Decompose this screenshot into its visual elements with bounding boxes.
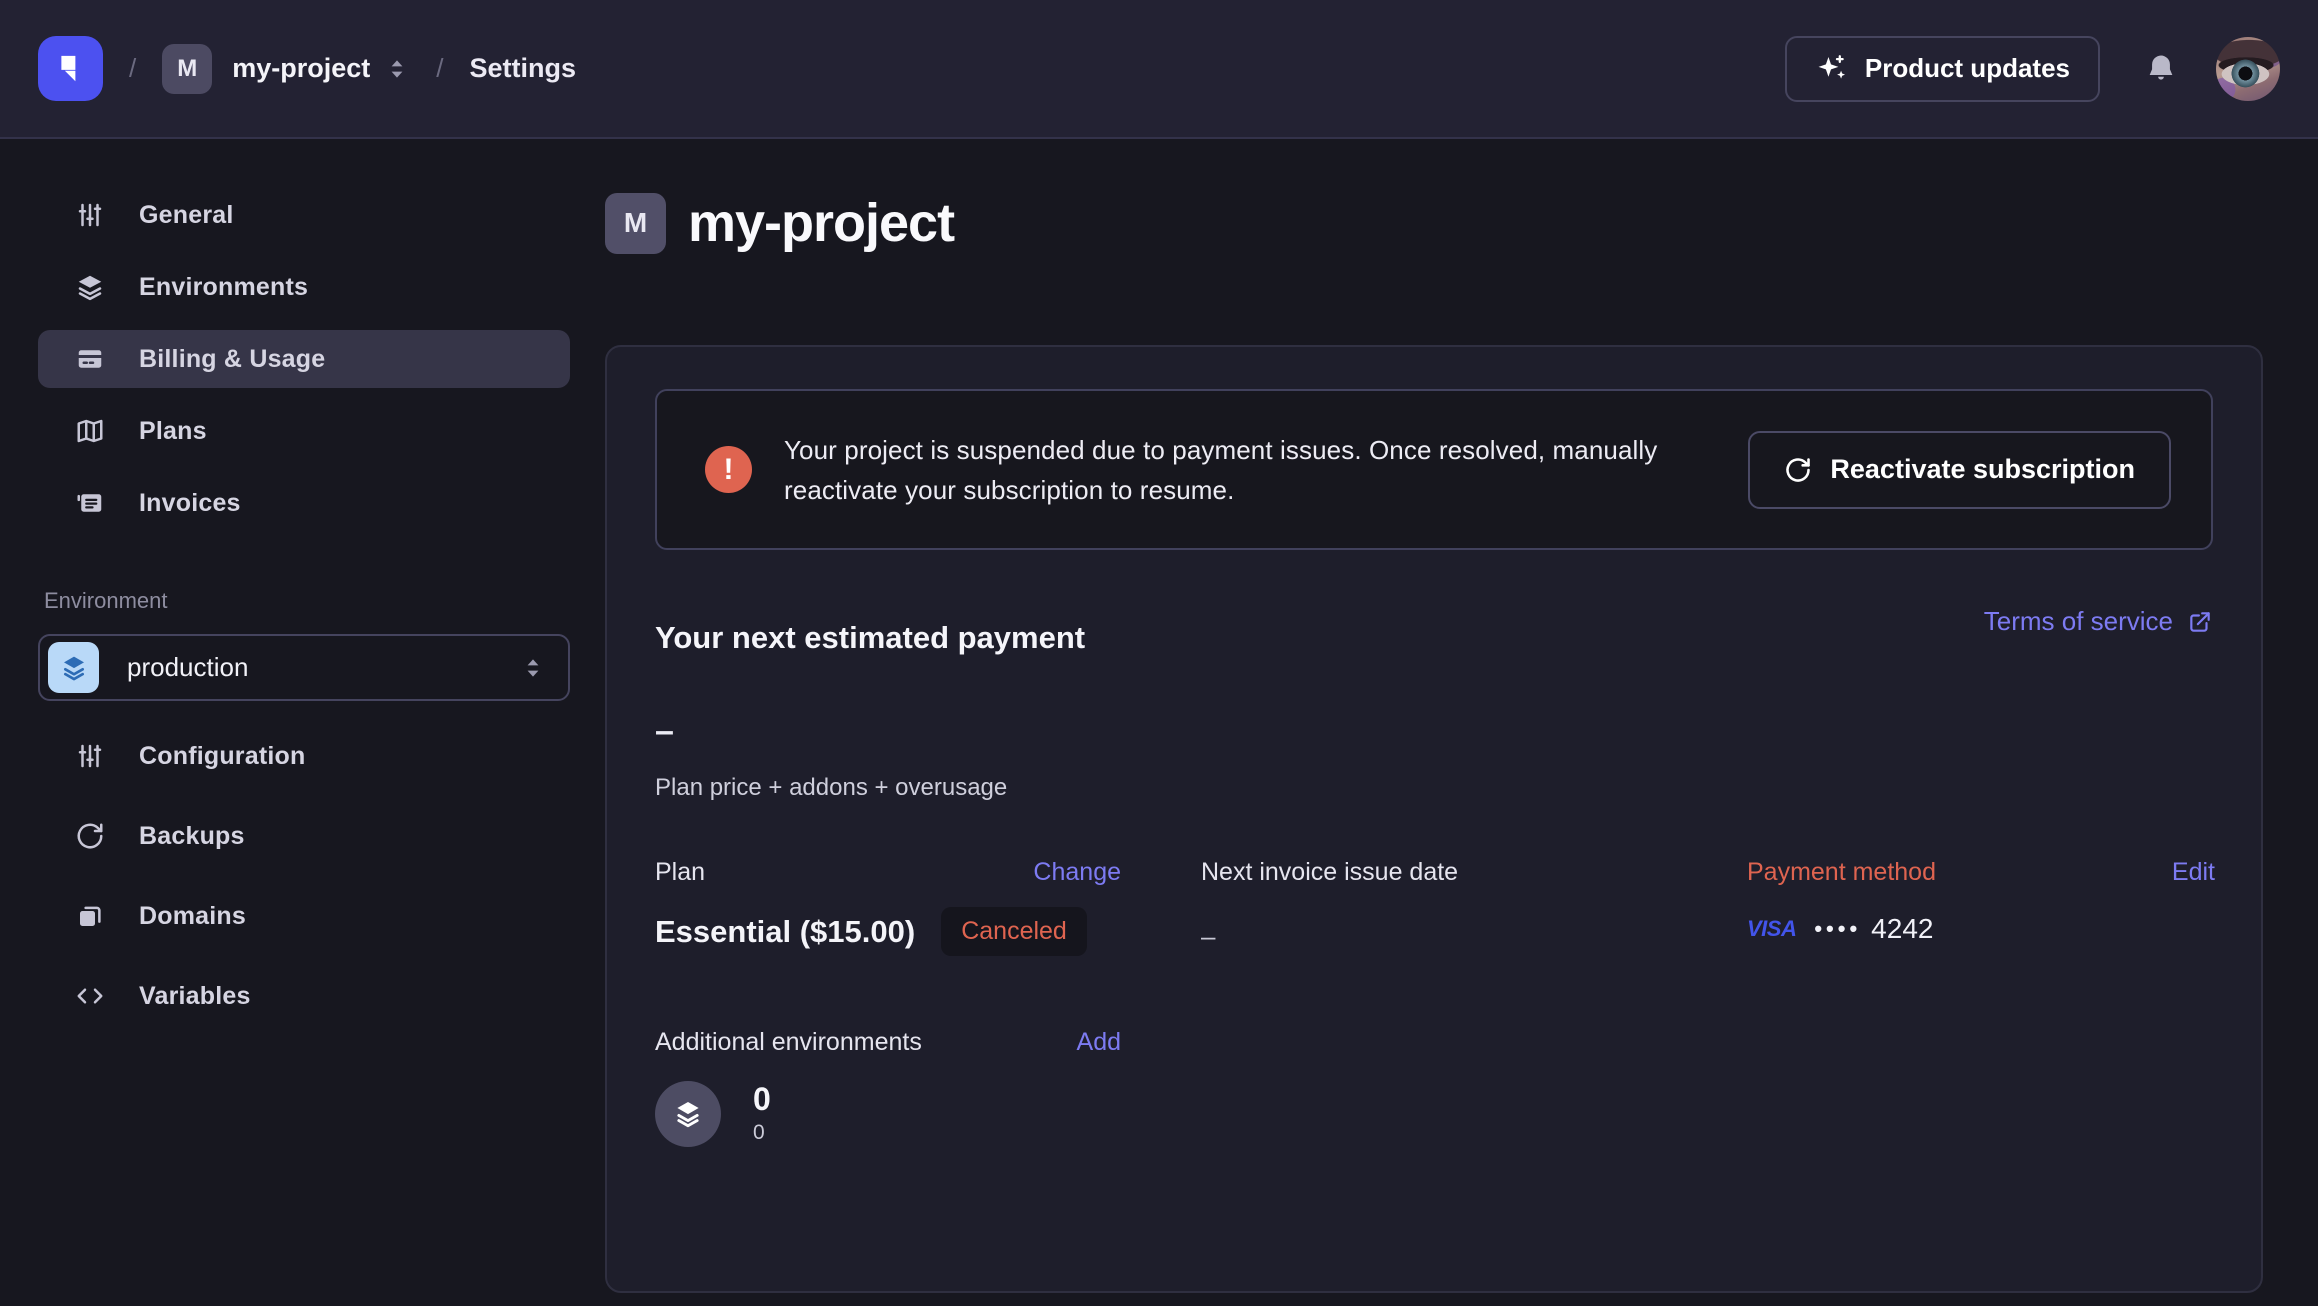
sidebar-label: Invoices — [139, 489, 241, 518]
project-avatar: M — [605, 193, 666, 254]
page-header: M my-project — [605, 192, 954, 254]
next-invoice-value: – — [1201, 921, 1667, 952]
sidebar-item-general[interactable]: General — [38, 186, 570, 244]
invoice-column: Next invoice issue date – — [1201, 858, 1667, 956]
sidebar-item-plans[interactable]: Plans — [38, 402, 570, 460]
breadcrumb-project-avatar[interactable]: M — [162, 44, 212, 94]
payment-method-column: Payment method Edit VISA •••• 4242 — [1747, 858, 2215, 956]
reactivate-subscription-label: Reactivate subscription — [1830, 454, 2135, 485]
plan-value: Essential ($15.00) — [655, 914, 915, 950]
sidebar-label: Domains — [139, 902, 246, 931]
layers-icon — [671, 1097, 705, 1131]
product-updates-button[interactable]: Product updates — [1785, 36, 2100, 102]
environment-selector-value: production — [127, 652, 248, 683]
sidebar-item-configuration[interactable]: Configuration — [38, 727, 570, 785]
add-environment-link[interactable]: Add — [1077, 1028, 1121, 1057]
stack-copy-icon — [75, 901, 109, 931]
brand-logo-icon — [50, 48, 92, 90]
sidebar-label: Variables — [139, 982, 251, 1011]
breadcrumb-settings[interactable]: Settings — [470, 53, 577, 84]
breadcrumb-project-name[interactable]: my-project — [232, 53, 370, 84]
sidebar-label: Environments — [139, 273, 308, 302]
credit-card-icon — [75, 344, 109, 374]
sidebar-item-invoices[interactable]: Invoices — [38, 474, 570, 532]
sliders-icon — [75, 741, 109, 771]
environment-selector-chevrons-icon — [520, 655, 546, 681]
edit-payment-method-link[interactable]: Edit — [2172, 858, 2215, 887]
billing-card: ! Your project is suspended due to payme… — [605, 345, 2263, 1293]
reactivate-subscription-button[interactable]: Reactivate subscription — [1748, 431, 2171, 509]
top-navbar: / M my-project / Settings Product update… — [0, 0, 2318, 139]
card-masked-digits: •••• — [1814, 916, 1861, 942]
estimated-amount-formula: Plan price + addons + overusage — [655, 774, 2213, 802]
sidebar-item-domains[interactable]: Domains — [38, 887, 570, 945]
project-switcher-chevrons-icon[interactable] — [384, 56, 410, 82]
alert-icon: ! — [705, 446, 752, 493]
breadcrumb-separator: / — [129, 53, 136, 84]
sidebar-label: Plans — [139, 417, 207, 446]
environments-sub-count: 0 — [753, 1122, 771, 1143]
environment-layers-icon — [48, 642, 99, 693]
breadcrumb-separator-2: / — [436, 53, 443, 84]
invoice-icon — [75, 488, 109, 518]
sliders-icon — [75, 200, 109, 230]
layers-icon — [75, 272, 109, 302]
rotate-cw-icon — [1784, 456, 1812, 484]
payment-method-label: Payment method — [1747, 858, 1936, 887]
environment-section-label: Environment — [44, 588, 570, 614]
rotate-cw-icon — [75, 821, 109, 851]
terms-of-service-label: Terms of service — [1984, 606, 2173, 637]
billing-info-grid: Plan Change Essential ($15.00) Canceled … — [655, 858, 2213, 956]
sidebar-item-billing-usage[interactable]: Billing & Usage — [38, 330, 570, 388]
change-plan-link[interactable]: Change — [1033, 858, 1121, 887]
next-payment-heading: Your next estimated payment — [655, 620, 1085, 656]
external-link-icon — [2187, 609, 2213, 635]
code-icon — [75, 981, 109, 1011]
visa-logo: VISA — [1747, 916, 1796, 942]
next-invoice-label: Next invoice issue date — [1201, 858, 1458, 887]
user-avatar[interactable] — [2216, 37, 2280, 101]
sidebar-label: Configuration — [139, 742, 305, 771]
page-title: my-project — [688, 192, 954, 254]
plan-label: Plan — [655, 858, 705, 887]
sidebar-item-environments[interactable]: Environments — [38, 258, 570, 316]
sidebar-item-variables[interactable]: Variables — [38, 967, 570, 1025]
additional-environments-section: Additional environments Add 0 0 — [655, 1028, 1121, 1147]
sparkles-icon — [1815, 52, 1849, 86]
additional-environments-label: Additional environments — [655, 1028, 922, 1057]
card-last4: 4242 — [1871, 913, 1933, 945]
environments-count: 0 — [753, 1083, 771, 1115]
environments-count-avatar — [655, 1081, 721, 1147]
sidebar-label: Billing & Usage — [139, 345, 325, 374]
product-updates-label: Product updates — [1865, 53, 2070, 84]
brand-logo[interactable] — [38, 36, 103, 101]
plan-column: Plan Change Essential ($15.00) Canceled — [655, 858, 1121, 956]
sidebar-label: General — [139, 201, 234, 230]
sidebar-label: Backups — [139, 822, 245, 851]
settings-sidebar: General Environments Billing & Usage — [0, 139, 608, 1047]
app-window: / M my-project / Settings Product update… — [0, 0, 2318, 1306]
estimated-amount-value: – — [655, 714, 2213, 748]
environment-selector[interactable]: production — [38, 634, 570, 701]
plan-status-badge: Canceled — [941, 907, 1087, 956]
sidebar-item-backups[interactable]: Backups — [38, 807, 570, 865]
suspension-banner: ! Your project is suspended due to payme… — [655, 389, 2213, 550]
suspension-message: Your project is suspended due to payment… — [784, 430, 1714, 510]
terms-of-service-link[interactable]: Terms of service — [1984, 606, 2213, 637]
notifications-bell-icon[interactable] — [2144, 52, 2178, 86]
map-icon — [75, 416, 109, 446]
